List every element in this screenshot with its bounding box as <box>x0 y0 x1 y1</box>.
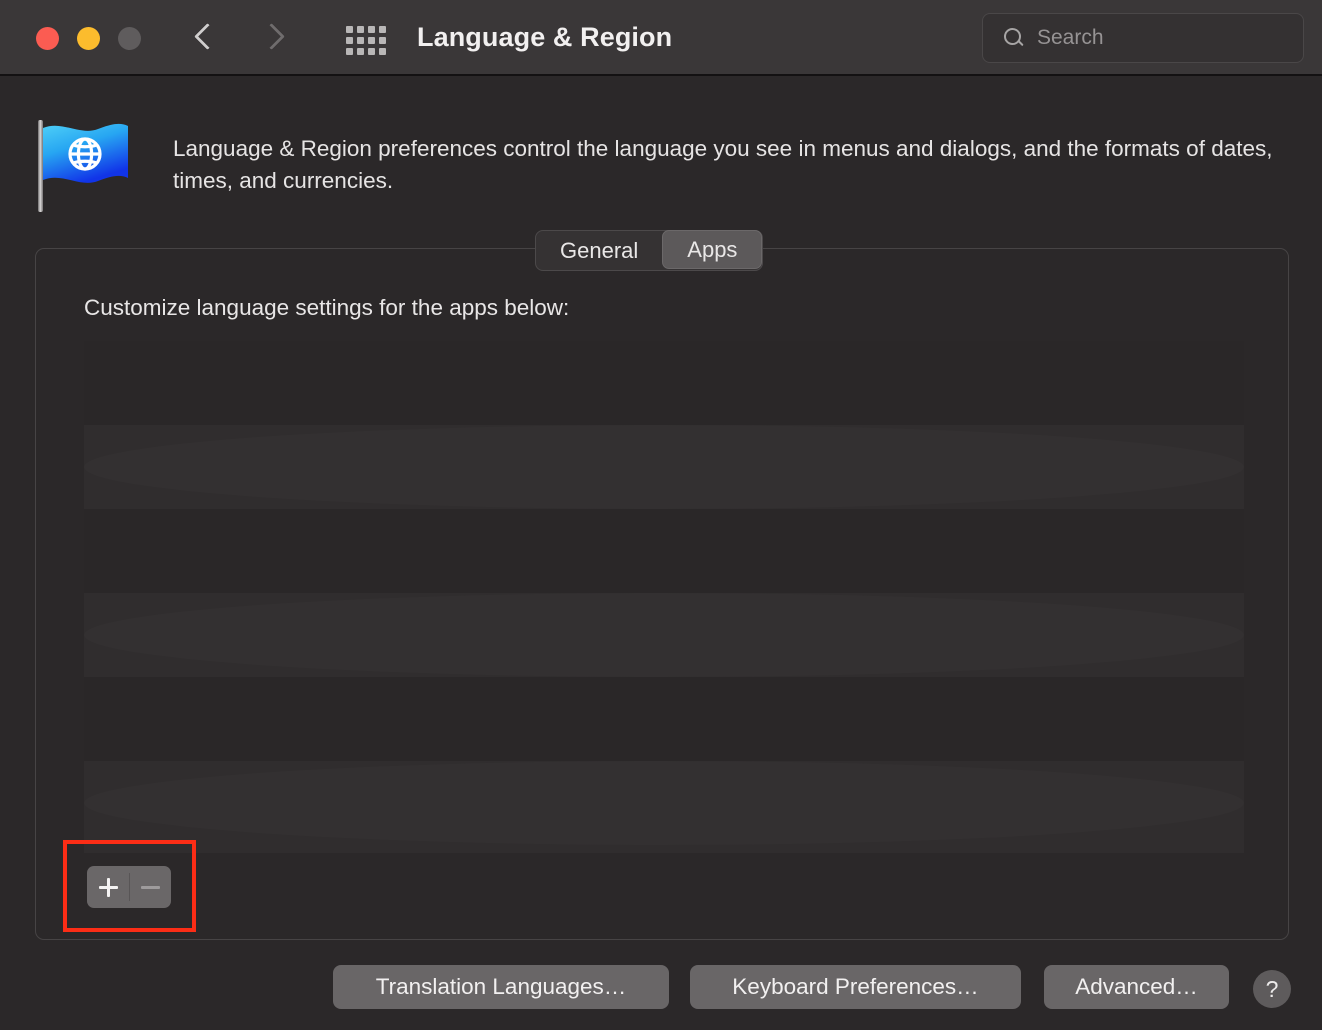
grid-dot <box>379 26 386 33</box>
grid-dot <box>357 48 364 55</box>
bottom-button-bar: Translation Languages… Keyboard Preferen… <box>0 965 1322 1011</box>
chevron-left-icon[interactable] <box>195 18 217 58</box>
grid-dot <box>346 26 353 33</box>
grid-dot <box>368 26 375 33</box>
advanced-button[interactable]: Advanced… <box>1044 965 1229 1009</box>
search-placeholder: Search <box>1037 26 1104 50</box>
list-row-empty <box>84 341 1244 425</box>
tab-bar: General Apps <box>535 230 763 271</box>
list-row-empty <box>84 677 1244 761</box>
grid-dot <box>379 37 386 44</box>
tab-general[interactable]: General <box>536 231 662 270</box>
grid-dot <box>368 37 375 44</box>
translation-languages-button[interactable]: Translation Languages… <box>333 965 669 1009</box>
list-row-empty <box>84 761 1244 845</box>
search-icon <box>1004 28 1025 49</box>
plus-icon <box>99 878 118 897</box>
grid-dot <box>346 37 353 44</box>
list-row-empty <box>84 593 1244 677</box>
window-toolbar: Language & Region Search <box>0 0 1322 76</box>
zoom-window-button[interactable] <box>118 27 141 50</box>
apps-group-box: Customize language settings for the apps… <box>35 248 1289 940</box>
navigation-buttons <box>195 18 283 58</box>
close-window-button[interactable] <box>36 27 59 50</box>
grid-dot <box>357 26 364 33</box>
tab-apps[interactable]: Apps <box>662 230 762 269</box>
grid-apps-icon[interactable] <box>346 26 390 52</box>
grid-dot <box>379 48 386 55</box>
language-region-flag-icon <box>36 116 132 212</box>
customize-language-label: Customize language settings for the apps… <box>84 295 569 321</box>
language-region-preferences-window: Language & Region Search <box>0 0 1322 1030</box>
keyboard-preferences-button[interactable]: Keyboard Preferences… <box>690 965 1021 1009</box>
grid-dot <box>357 37 364 44</box>
traffic-light-buttons <box>36 27 141 50</box>
window-title: Language & Region <box>417 22 672 53</box>
grid-dot <box>346 48 353 55</box>
apps-list[interactable] <box>84 341 1244 853</box>
list-row-empty <box>84 509 1244 593</box>
minus-icon <box>141 886 160 889</box>
remove-app-button[interactable] <box>129 866 171 908</box>
minimize-window-button[interactable] <box>77 27 100 50</box>
preferences-description: Language & Region preferences control th… <box>173 133 1298 197</box>
search-field[interactable]: Search <box>982 13 1304 63</box>
help-button[interactable]: ? <box>1253 970 1291 1008</box>
add-app-button[interactable] <box>87 866 129 908</box>
list-row-empty <box>84 425 1244 509</box>
add-remove-segmented-control <box>87 866 171 908</box>
grid-dot <box>368 48 375 55</box>
chevron-right-icon[interactable] <box>261 18 283 58</box>
